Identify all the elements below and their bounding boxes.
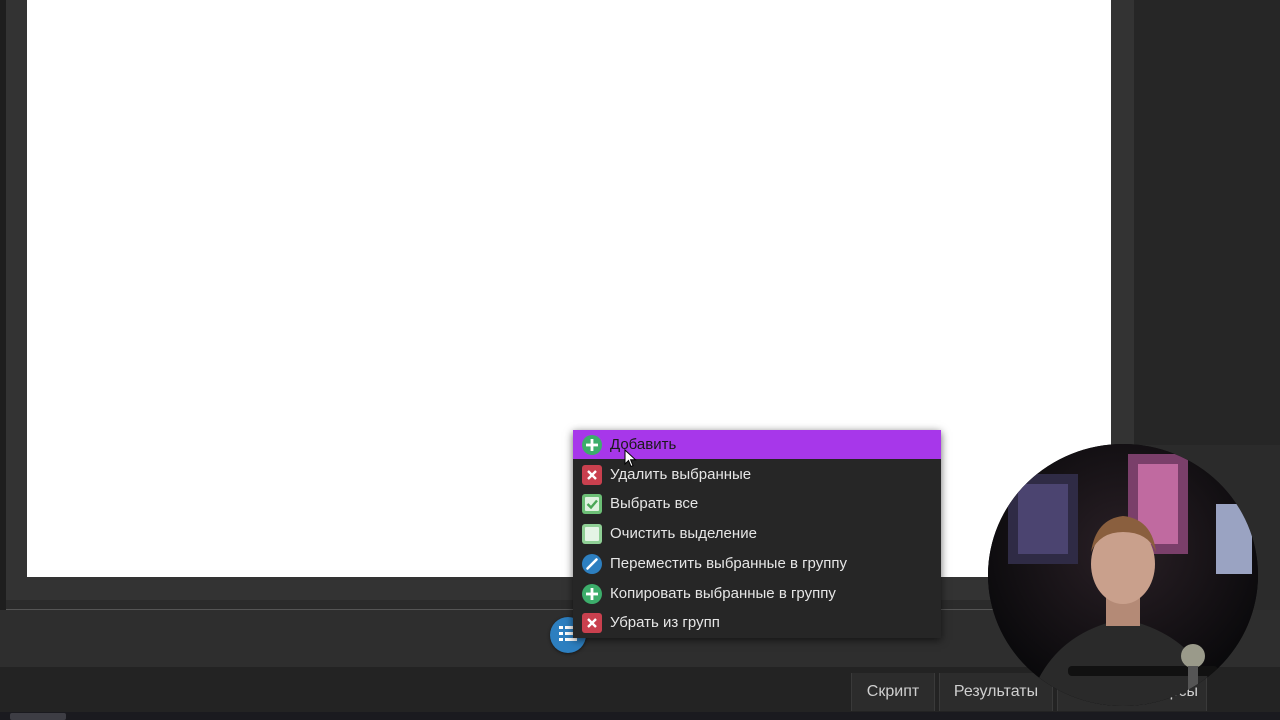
check-square-icon [581,493,603,515]
menu-item-remove-from-groups[interactable]: Убрать из групп [573,608,941,637]
menu-item-move-to-group[interactable]: Переместить выбранные в группу [573,549,941,578]
menu-item-label: Выбрать все [610,495,699,512]
close-square-icon [581,612,603,634]
menu-item-label: Убрать из групп [610,614,720,631]
mouse-cursor-icon [624,449,637,468]
pencil-circle-icon [581,553,603,575]
right-side-panel [1134,0,1280,445]
plus-circle-icon [581,583,603,605]
plus-circle-icon [581,434,603,456]
menu-item-select-all[interactable]: Выбрать все [573,489,941,518]
empty-square-icon [581,523,603,545]
close-square-icon [581,464,603,486]
menu-item-label: Добавить [610,436,677,453]
webcam-overlay [988,444,1258,706]
tab-results[interactable]: Результаты [939,673,1053,711]
menu-item-label: Копировать выбранные в группу [610,585,836,602]
canvas-area[interactable] [27,0,1111,577]
tab-script[interactable]: Скрипт [851,673,935,711]
menu-item-label: Переместить выбранные в группу [610,555,847,572]
menu-item-clear-selection[interactable]: Очистить выделение [573,519,941,548]
menu-item-copy-to-group[interactable]: Копировать выбранные в группу [573,579,941,608]
taskbar [0,712,1280,720]
taskbar-app[interactable] [10,713,66,720]
menu-item-label: Очистить выделение [610,525,757,542]
